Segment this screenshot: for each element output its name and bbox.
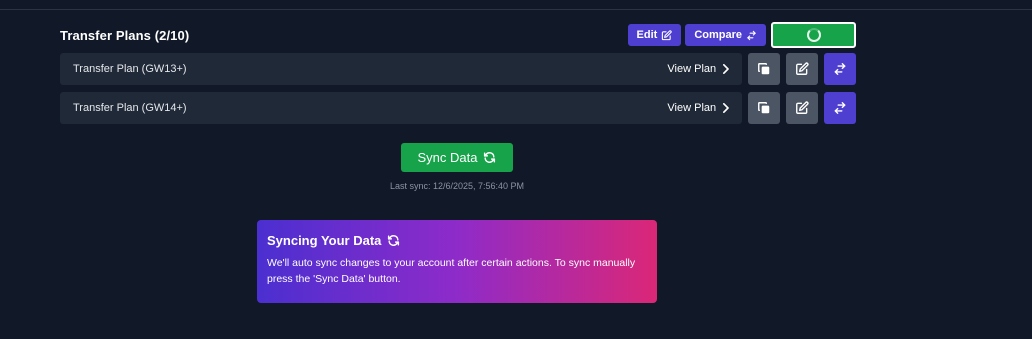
plan-card[interactable]: Transfer Plan (GW14+) View Plan (60, 92, 743, 124)
info-card-title: Syncing Your Data (267, 233, 382, 248)
loading-spinner (806, 28, 821, 42)
view-plan-link[interactable]: View Plan (667, 102, 730, 114)
duplicate-plan-button[interactable] (748, 53, 781, 85)
copy-icon (757, 62, 771, 76)
compare-label: Compare (694, 29, 742, 41)
view-plan-label: View Plan (667, 63, 717, 75)
view-plan-label: View Plan (667, 102, 717, 114)
compare-button[interactable]: Compare (685, 24, 766, 46)
edit-plan-button[interactable] (786, 53, 819, 85)
last-sync-text: Last sync: 12/6/2025, 7:56:40 PM (389, 181, 525, 191)
sync-icon (387, 234, 400, 247)
info-card-title-row: Syncing Your Data (267, 233, 647, 248)
edit-icon (795, 101, 809, 115)
chevron-right-icon (721, 64, 730, 74)
plan-row: Transfer Plan (GW14+) View Plan (60, 92, 856, 124)
sync-info-card: Syncing Your Data We'll auto sync change… (257, 220, 657, 303)
swap-icon (833, 62, 847, 76)
top-divider (0, 9, 1032, 10)
sync-icon (483, 151, 496, 164)
header-actions: Edit Compare (627, 22, 856, 48)
transfer-plans-header: Transfer Plans (2/10) Edit Compare (60, 22, 856, 48)
edit-icon (661, 29, 673, 41)
compare-plan-button[interactable] (824, 92, 856, 124)
plan-card[interactable]: Transfer Plan (GW13+) View Plan (60, 53, 743, 85)
edit-plan-button[interactable] (786, 92, 819, 124)
edit-icon (795, 62, 809, 76)
plan-row: Transfer Plan (GW13+) View Plan (60, 53, 856, 85)
edit-button[interactable]: Edit (627, 24, 682, 46)
duplicate-plan-button[interactable] (748, 92, 781, 124)
view-plan-link[interactable]: View Plan (667, 63, 730, 75)
chevron-right-icon (721, 103, 730, 113)
info-card-body: We'll auto sync changes to your account … (267, 257, 636, 285)
saving-button[interactable] (771, 22, 856, 48)
compare-icon (746, 30, 757, 41)
edit-label: Edit (636, 29, 658, 41)
sync-data-label: Sync Data (417, 150, 478, 165)
copy-icon (757, 101, 771, 115)
sync-data-button[interactable]: Sync Data (401, 143, 513, 172)
compare-plan-button[interactable] (824, 53, 856, 85)
plan-name: Transfer Plan (GW14+) (73, 102, 187, 114)
swap-icon (833, 101, 847, 115)
page-title: Transfer Plans (2/10) (60, 27, 190, 43)
plan-name: Transfer Plan (GW13+) (73, 63, 187, 75)
